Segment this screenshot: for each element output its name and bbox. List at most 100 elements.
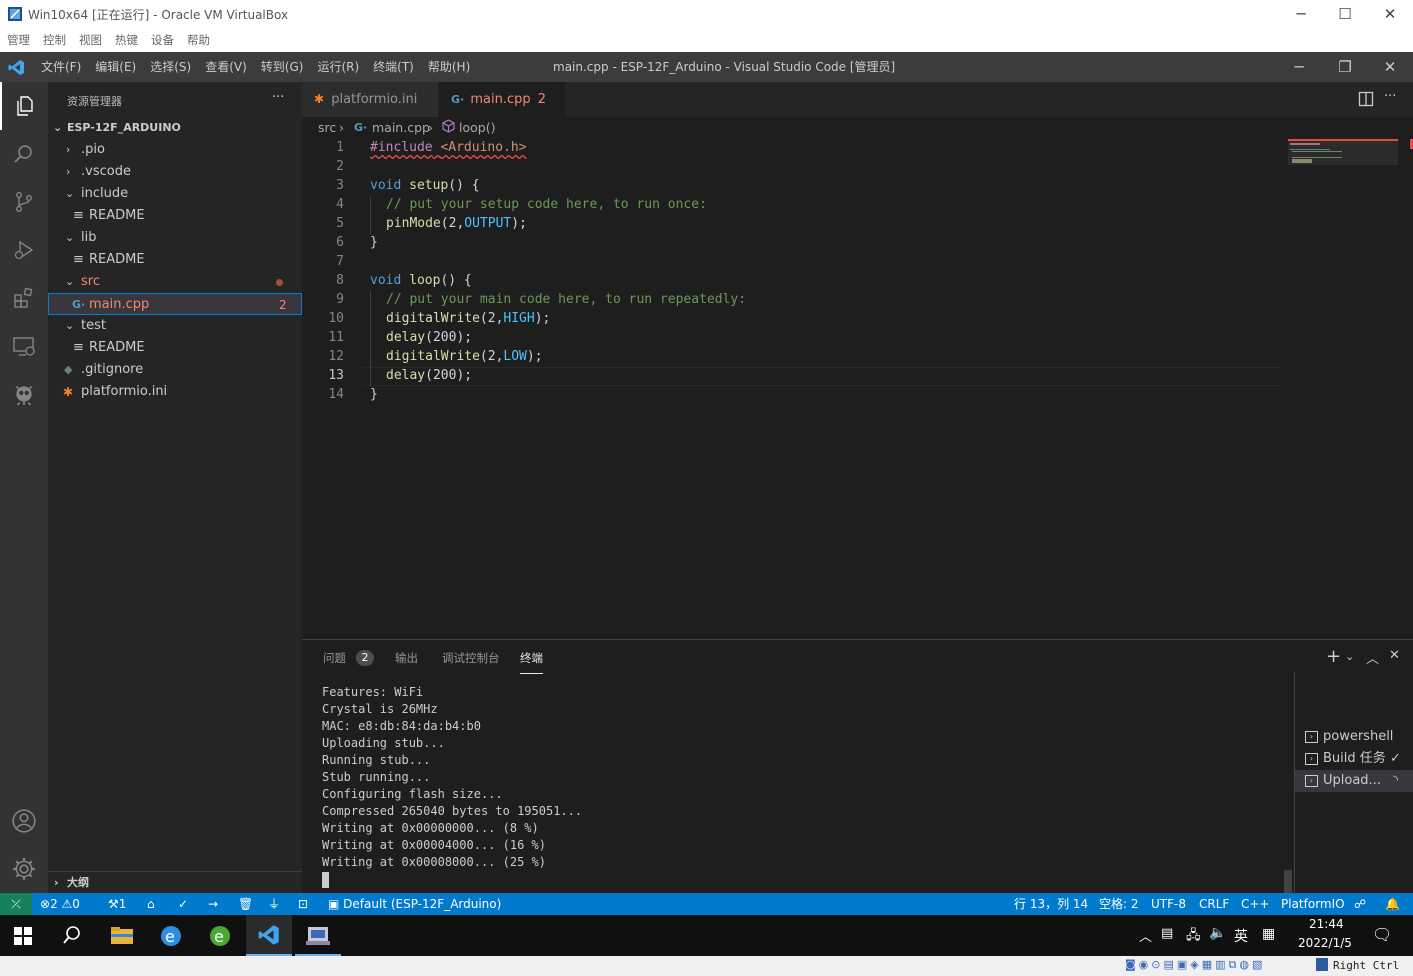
eol-status[interactable]: CRLF	[1199, 893, 1229, 915]
network-icon[interactable]: 🖧	[1186, 926, 1201, 948]
accounts-icon[interactable]	[0, 797, 48, 845]
vbox-maximize-button[interactable]: ☐	[1322, 0, 1368, 28]
pio-clean-icon[interactable]: 🗑	[238, 893, 253, 915]
breadcrumb-file[interactable]: main.cpp	[372, 117, 430, 139]
vbox-menu-hotkey[interactable]: 热键	[115, 28, 138, 52]
sidebar-more-button[interactable]: ···	[272, 90, 284, 105]
outline-section[interactable]: › 大纲	[48, 871, 302, 893]
menu-help[interactable]: 帮助(H)	[428, 52, 470, 82]
terminal-item-build[interactable]: › Build 任务 ✓	[1295, 748, 1413, 770]
tab-platformio-ini[interactable]: ✱ platformio.ini	[302, 82, 438, 117]
code-editor[interactable]: 1 2 3 4 5 6 7 8 9 10 11 12 13 14 #includ…	[302, 139, 1287, 689]
new-terminal-icon[interactable]: +	[1326, 646, 1341, 667]
terminal-output[interactable]: Features: WiFi Crystal is 26MHz MAC: e8:db…	[322, 684, 582, 888]
minimap[interactable]	[1287, 139, 1413, 689]
pio-terminal-icon[interactable]: ⊡	[298, 893, 308, 915]
breadcrumb-folder[interactable]: src	[318, 117, 336, 139]
input-mode-icon[interactable]: ▦	[1262, 926, 1275, 942]
panel-tab-problems[interactable]: 问题	[323, 650, 346, 666]
volume-icon[interactable]: 🔈	[1209, 925, 1226, 941]
windows-start-icon[interactable]	[14, 927, 32, 948]
menu-file[interactable]: 文件(F)	[41, 52, 81, 82]
internet-explorer-icon[interactable]: e	[159, 924, 183, 951]
pio-serial-monitor-icon[interactable]: ⏚	[268, 893, 280, 915]
menu-view[interactable]: 查看(V)	[205, 52, 247, 82]
edge-browser-icon[interactable]: e	[208, 924, 232, 951]
taskbar-vscode-button[interactable]	[246, 915, 292, 956]
language-status[interactable]: C++	[1241, 893, 1270, 915]
tree-item-pio[interactable]: › .pio	[48, 139, 302, 161]
panel-tab-terminal[interactable]: 终端	[520, 650, 543, 674]
remote-explorer-icon[interactable]	[0, 322, 48, 370]
tree-item-test-readme[interactable]: ≡ README	[48, 337, 302, 359]
search-icon[interactable]	[62, 925, 82, 948]
chevron-down-icon[interactable]: ⌄	[1345, 650, 1354, 663]
feedback-icon[interactable]: ☍	[1354, 893, 1366, 915]
action-center-icon[interactable]: 🗨	[1372, 925, 1392, 944]
pio-upload-icon[interactable]: →	[208, 893, 218, 915]
panel-tab-output[interactable]: 输出	[395, 650, 418, 666]
vbox-menu-help[interactable]: 帮助	[187, 28, 210, 52]
tree-item-lib[interactable]: ⌄ lib	[48, 227, 302, 249]
clock-time[interactable]: 21:44	[1309, 917, 1344, 931]
pio-build-icon[interactable]: ✓	[178, 893, 188, 915]
tree-item-vscode[interactable]: › .vscode	[48, 161, 302, 183]
indentation-status[interactable]: 空格: 2	[1099, 893, 1139, 915]
editor-more-actions-icon[interactable]: ···	[1384, 89, 1396, 104]
tab-main-cpp[interactable]: G· main.cpp 2 ✕	[439, 82, 565, 142]
breadcrumb-symbol[interactable]: loop()	[459, 117, 495, 139]
terminal-item-upload[interactable]: › Upload... ◝	[1295, 770, 1413, 792]
clock-date[interactable]: 2022/1/5	[1298, 936, 1352, 950]
project-folder[interactable]: ⌄ ESP-12F_ARDUINO	[48, 117, 302, 139]
vscode-minimize-button[interactable]: ─	[1276, 52, 1322, 82]
settings-gear-icon[interactable]	[0, 845, 48, 893]
ports-status[interactable]: ⚒1	[108, 893, 126, 915]
menu-run[interactable]: 运行(R)	[317, 52, 359, 82]
tree-item-gitignore[interactable]: ◆ .gitignore	[48, 359, 302, 381]
tree-item-main-cpp[interactable]: G· main.cpp 2	[48, 293, 302, 315]
maximize-panel-icon[interactable]: ︿	[1366, 648, 1379, 667]
tree-item-test[interactable]: ⌄ test	[48, 315, 302, 337]
vbox-close-button[interactable]: ✕	[1367, 0, 1413, 28]
vbox-device-icons[interactable]: ◙◉⊙▤▣◈▦▥⧉◍▧	[1125, 958, 1265, 972]
tree-item-include-readme[interactable]: ≡ README	[48, 205, 302, 227]
notifications-bell-icon[interactable]: 🔔	[1385, 893, 1400, 915]
run-debug-icon[interactable]	[0, 226, 48, 274]
close-panel-icon[interactable]: ✕	[1389, 648, 1400, 663]
tree-item-lib-readme[interactable]: ≡ README	[48, 249, 302, 271]
chevron-up-icon[interactable]: ︿	[1139, 926, 1152, 945]
vbox-menu-devices[interactable]: 设备	[151, 28, 174, 52]
cursor-position[interactable]: 行 13，列 14	[1014, 893, 1088, 915]
extensions-icon[interactable]	[0, 274, 48, 322]
problems-status[interactable]: ⊗2 ⚠0	[40, 893, 80, 915]
menu-selection[interactable]: 选择(S)	[150, 52, 191, 82]
remote-indicator-icon[interactable]: ⤫	[0, 893, 32, 915]
tree-item-include[interactable]: ⌄ include	[48, 183, 302, 205]
pio-home-icon[interactable]: ⌂	[147, 893, 155, 915]
terminal-item-powershell[interactable]: › powershell	[1295, 726, 1413, 748]
platformio-icon[interactable]	[0, 370, 48, 418]
menu-terminal[interactable]: 终端(T)	[373, 52, 414, 82]
explorer-icon[interactable]	[0, 82, 48, 130]
source-control-icon[interactable]	[0, 178, 48, 226]
vscode-restore-button[interactable]: ❐	[1322, 52, 1368, 82]
vbox-menu-control[interactable]: 控制	[43, 28, 66, 52]
vbox-menu-manage[interactable]: 管理	[7, 28, 30, 52]
vbox-menu-view[interactable]: 视图	[79, 28, 102, 52]
encoding-status[interactable]: UTF-8	[1151, 893, 1186, 915]
menu-go[interactable]: 转到(G)	[261, 52, 304, 82]
search-icon[interactable]	[0, 130, 48, 178]
vbox-tray-icon[interactable]: ▤	[1161, 926, 1173, 941]
taskbar-app-button[interactable]	[295, 915, 341, 956]
vbox-minimize-button[interactable]: ─	[1278, 0, 1324, 28]
panel-tab-debug-console[interactable]: 调试控制台	[442, 650, 500, 666]
platformio-status[interactable]: PlatformIO	[1281, 893, 1345, 915]
ime-indicator[interactable]: 英	[1234, 926, 1248, 946]
pio-environment-switch[interactable]: ▣ Default (ESP-12F_Arduino)	[328, 893, 501, 915]
file-explorer-icon[interactable]	[110, 925, 134, 948]
tree-item-src[interactable]: ⌄ src	[48, 271, 302, 293]
split-editor-icon[interactable]	[1358, 91, 1374, 110]
vscode-close-button[interactable]: ✕	[1367, 52, 1413, 82]
menu-edit[interactable]: 编辑(E)	[95, 52, 136, 82]
terminal-scrollbar[interactable]	[1284, 870, 1292, 893]
